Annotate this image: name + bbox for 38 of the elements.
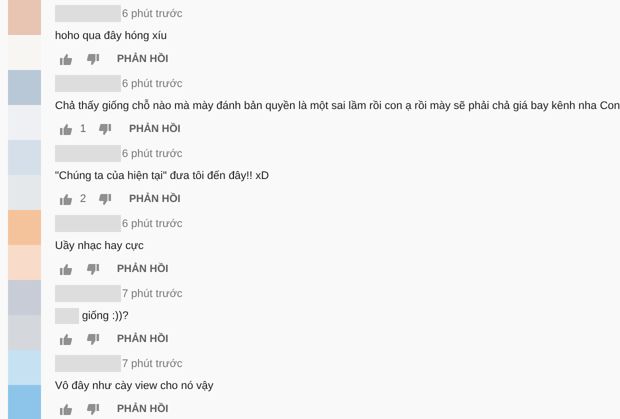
dislike-icon[interactable] [87, 404, 99, 414]
comment-time[interactable]: 7 phút trước [122, 288, 182, 300]
reply-button[interactable]: PHẢN HỒI [109, 53, 168, 65]
blurred-name [55, 215, 121, 232]
comment-text: giống :))? [82, 310, 128, 322]
like-count: 1 [80, 123, 86, 135]
comment-time[interactable]: 6 phút trước [122, 8, 182, 20]
comment-time[interactable]: 6 phút trước [122, 78, 182, 90]
dislike-icon[interactable] [99, 194, 112, 204]
blurred-name [55, 285, 121, 302]
blurred-name [55, 5, 121, 22]
blurred-name [55, 355, 121, 372]
reply-button[interactable]: PHẢN HỒI [109, 333, 168, 345]
comment-time[interactable]: 6 phút trước [122, 218, 182, 230]
reply-button[interactable]: PHẢN HỒI [109, 403, 168, 415]
dislike-icon[interactable] [99, 124, 112, 134]
comment-text: Vô đây như cày view cho nó vậy [55, 380, 214, 392]
reply-button[interactable]: PHẢN HỒI [121, 193, 180, 205]
blurred-name [55, 145, 121, 162]
comment-text: Chả thấy giống chỗ nào mà mày đánh bản quyền là một sai lầm rồi con ạ rồi mày sẽ phải chả giá bay kênh nha Con [55, 100, 620, 112]
comment-text: hoho qua đây hóng xíu [55, 30, 167, 42]
like-icon[interactable] [60, 194, 72, 204]
dislike-icon[interactable] [87, 54, 99, 64]
reply-button[interactable]: PHẢN HỒI [121, 123, 180, 135]
like-icon[interactable] [60, 334, 72, 344]
comment-text: Uầy nhạc hay cực [55, 240, 144, 252]
like-icon[interactable] [60, 264, 72, 274]
blurred-name [55, 75, 121, 92]
comment-text: "Chúng ta của hiện tại" đưa tôi đến đây!! xD [55, 170, 269, 182]
reply-button[interactable]: PHẢN HỒI [109, 263, 168, 275]
comment-time[interactable]: 7 phút trước [122, 358, 182, 370]
like-icon[interactable] [60, 124, 72, 134]
like-icon[interactable] [60, 54, 72, 64]
dislike-icon[interactable] [87, 334, 99, 344]
like-count: 2 [80, 193, 86, 205]
comment-time[interactable]: 6 phút trước [122, 148, 182, 160]
like-icon[interactable] [60, 404, 72, 414]
dislike-icon[interactable] [87, 264, 99, 274]
